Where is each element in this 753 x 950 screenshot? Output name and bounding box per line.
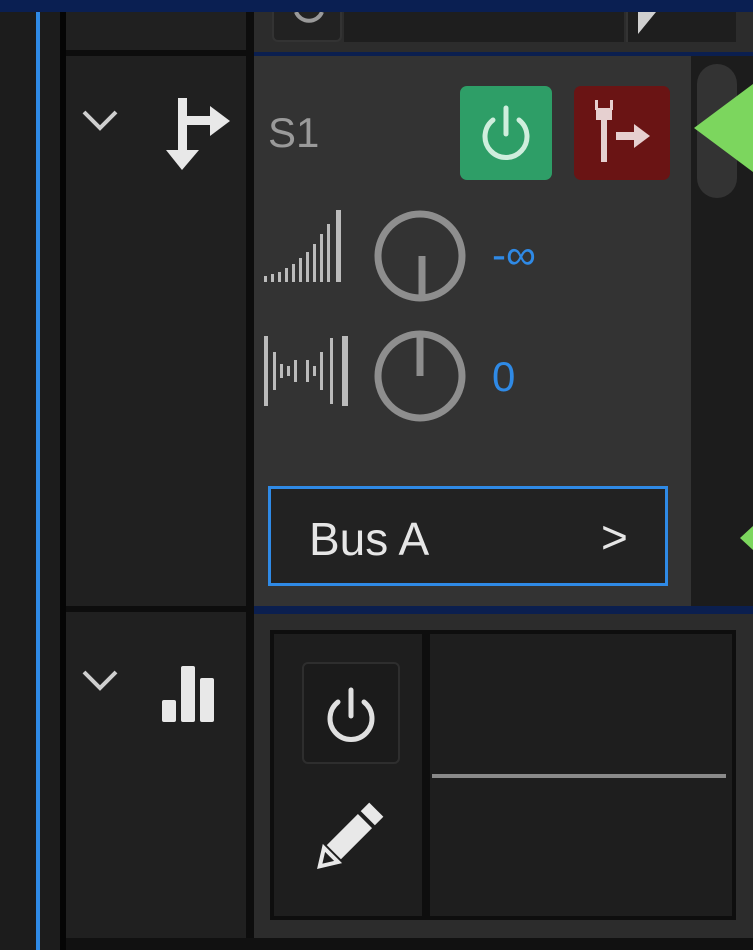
eq-power-button[interactable]: [302, 662, 400, 764]
chevron-down-icon: [82, 670, 118, 691]
power-icon: [482, 105, 530, 160]
row-divider: [66, 50, 248, 56]
power-icon: [294, 12, 324, 23]
power-icon: [327, 687, 375, 742]
column-divider: [246, 12, 254, 950]
eq-divider: [422, 630, 430, 920]
pencil-icon: [317, 802, 384, 869]
send-output-label: Bus A: [309, 513, 430, 565]
volume-icon: [264, 210, 341, 282]
pan-icon-wrap: [262, 334, 352, 408]
knob-icon: [374, 210, 466, 302]
callout-arrow-icon: [738, 518, 753, 558]
pan-value[interactable]: 0: [492, 352, 515, 402]
previous-field: [344, 12, 624, 42]
send-name: S1: [268, 109, 320, 156]
bottom-divider: [66, 938, 753, 950]
send-output-selector[interactable]: Bus A >: [268, 486, 668, 586]
eq-edit-button[interactable]: [306, 796, 390, 880]
previous-play-button[interactable]: [626, 12, 736, 42]
pan-knob[interactable]: [372, 328, 468, 424]
callout-arrow-icon: [692, 84, 753, 176]
volume-knob[interactable]: [372, 208, 468, 304]
eq-track-icon-wrap: [160, 662, 224, 726]
pan-icon: [264, 336, 348, 406]
eq-collapse-chevron[interactable]: [80, 664, 120, 694]
pre-fader-icon: [595, 100, 650, 162]
knob-icon: [374, 330, 466, 422]
send-track-icon: [166, 98, 230, 170]
eq-curve[interactable]: [432, 774, 726, 778]
send-power-button[interactable]: [460, 86, 552, 180]
chevron-right-icon: >: [601, 511, 628, 563]
volume-icon-wrap: [262, 206, 348, 286]
selection-indicator: [36, 12, 40, 950]
window-top-border: [0, 0, 753, 12]
volume-value[interactable]: -∞: [492, 230, 536, 280]
callout-arrow-shape: [740, 526, 753, 550]
chevron-down-icon: [82, 110, 118, 131]
play-icon: [638, 12, 656, 34]
pre-fader-button[interactable]: [574, 86, 670, 180]
row-divider: [66, 606, 248, 612]
track-gutter: [0, 12, 66, 950]
bar-chart-icon: [162, 666, 214, 722]
send-track-icon-wrap: [160, 94, 236, 176]
previous-power-button[interactable]: [272, 12, 342, 42]
send-collapse-chevron[interactable]: [80, 104, 120, 134]
callout-arrow-shape: [694, 84, 753, 172]
